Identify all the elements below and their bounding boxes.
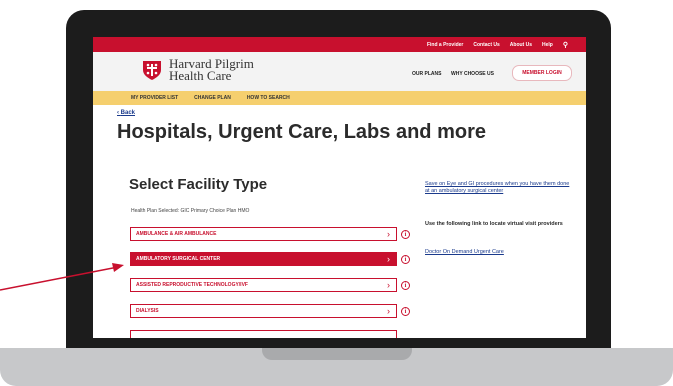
pointer-arrow-icon <box>0 263 124 291</box>
logo-line-2: Health Care <box>169 68 232 83</box>
search-icon[interactable]: ⚲ <box>563 41 568 49</box>
facility-label: DIALYSIS <box>136 308 159 314</box>
member-login-button[interactable]: MEMBER LOGIN <box>512 65 572 81</box>
subnav-change-plan[interactable]: CHANGE PLAN <box>194 95 231 101</box>
info-icon[interactable]: i <box>401 281 410 290</box>
sidebar-promo-link[interactable]: Save on Eye and GI procedures when you h… <box>425 181 575 195</box>
facility-item-ambulatory-surgical-center[interactable]: AMBULATORY SURGICAL CENTER › <box>130 252 397 266</box>
chevron-left-icon: ‹ <box>117 110 119 116</box>
page-title: Hospitals, Urgent Care, Labs and more <box>117 121 486 143</box>
chevron-right-icon: › <box>387 280 390 290</box>
info-icon[interactable]: i <box>401 307 410 316</box>
facility-item-partial[interactable] <box>130 330 397 338</box>
logo-icon[interactable] <box>141 59 163 81</box>
nav-why-choose-us[interactable]: WHY CHOOSE US <box>451 71 494 77</box>
back-label: Back <box>120 110 136 116</box>
info-icon[interactable]: i <box>401 230 410 239</box>
subnav-my-provider-list[interactable]: MY PROVIDER LIST <box>131 95 178 101</box>
chevron-right-icon: › <box>387 254 390 264</box>
facility-label: AMBULATORY SURGICAL CENTER <box>136 256 221 262</box>
facility-item-dialysis[interactable]: DIALYSIS › <box>130 304 397 318</box>
facility-item-assisted-reproductive[interactable]: ASSISTED REPRODUCTIVE TECHNOLOGY/IVF › <box>130 278 397 292</box>
logo-wordmark[interactable]: Harvard Pilgrim Health Care <box>169 57 254 83</box>
laptop-notch <box>262 348 412 360</box>
sidebar-virtual-text: Use the following link to locate virtual… <box>425 221 563 227</box>
chevron-right-icon: › <box>387 229 390 239</box>
nav-our-plans[interactable]: OUR PLANS <box>412 71 441 77</box>
provider-subnav: MY PROVIDER LIST CHANGE PLAN HOW TO SEAR… <box>93 91 586 105</box>
sidebar-doctor-on-demand-link[interactable]: Doctor On Demand Urgent Care <box>425 249 575 256</box>
subnav-how-to-search[interactable]: HOW TO SEARCH <box>247 95 290 101</box>
facility-label: AMBULANCE & AIR AMBULANCE <box>136 231 217 237</box>
about-us-link[interactable]: About Us <box>510 42 532 48</box>
browser-screen: Find a Provider Contact Us About Us Help… <box>93 37 586 338</box>
facility-label: ASSISTED REPRODUCTIVE TECHNOLOGY/IVF <box>136 282 248 288</box>
facility-item-ambulance[interactable]: AMBULANCE & AIR AMBULANCE › <box>130 227 397 241</box>
back-link[interactable]: ‹ Back <box>117 110 135 116</box>
section-title: Select Facility Type <box>129 176 268 193</box>
site-header: Harvard Pilgrim Health Care OUR PLANS WH… <box>93 52 586 91</box>
plan-selected-text: Health Plan Selected: GIC Primary Choice… <box>131 208 250 214</box>
find-provider-link[interactable]: Find a Provider <box>427 42 463 48</box>
help-link[interactable]: Help <box>542 42 553 48</box>
contact-us-link[interactable]: Contact Us <box>473 42 499 48</box>
utility-bar: Find a Provider Contact Us About Us Help… <box>93 37 586 52</box>
chevron-right-icon: › <box>387 306 390 316</box>
info-icon[interactable]: i <box>401 255 410 264</box>
